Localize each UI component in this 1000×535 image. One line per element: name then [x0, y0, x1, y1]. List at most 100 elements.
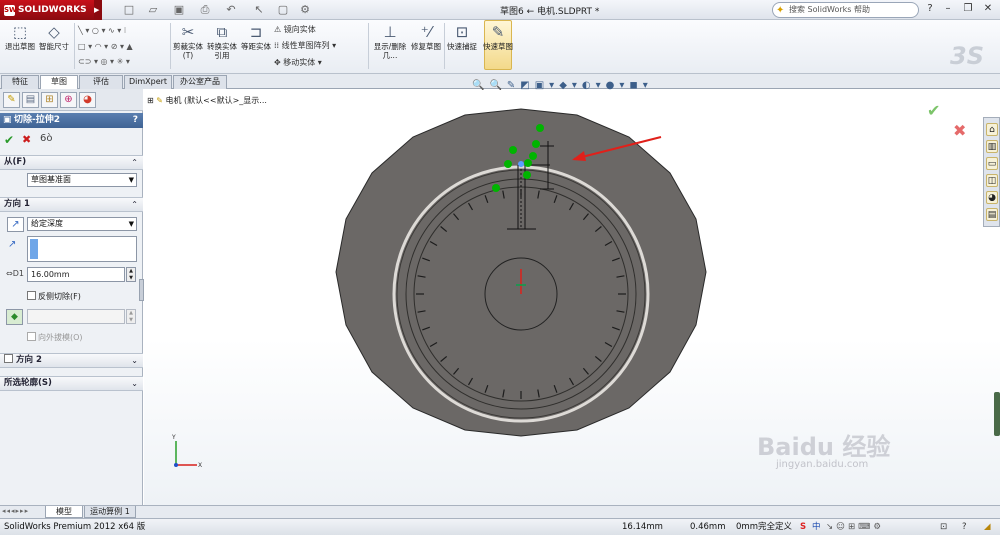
ok-icon[interactable]: ✔ [4, 133, 14, 147]
preview-icon[interactable]: 6ò [40, 133, 52, 144]
confirm-corner-ok-icon[interactable]: ✔ [927, 101, 940, 120]
feature-manager-icon[interactable]: ✎ [3, 92, 20, 108]
line-tool[interactable]: ╲ ▾ ○ ▾ ∿ ▾ ⁝ [78, 25, 126, 36]
quick-snaps-button[interactable]: ⊡ 快速捕捉 [446, 22, 478, 68]
reverse-direction-button[interactable]: ↗ [7, 217, 24, 232]
tab-model[interactable]: 模型 [45, 506, 83, 518]
separator [74, 23, 75, 69]
ime-lang-icon[interactable]: 中 [812, 519, 821, 535]
help-status-icon[interactable]: ? [962, 519, 967, 535]
draft-outward-label: 向外拔模(O) [38, 333, 83, 342]
watermark-logo: Baidu 经验 [757, 433, 891, 461]
repair-icon: ⁺⁄ [420, 23, 432, 41]
property-manager-icon[interactable]: ▤ [22, 92, 39, 108]
from-dropdown[interactable]: 草图基准面 ▼ [27, 173, 137, 187]
direction2-section-header[interactable]: 方向 2 ⌄ [0, 353, 143, 368]
select-icon[interactable]: ↖ [252, 3, 266, 17]
linear-pattern-button[interactable]: ⁞⁞ 线性草图阵列 ▾ [274, 39, 336, 53]
display-delete-relations-button[interactable]: ⊥ 显示/删除几... [372, 22, 408, 68]
exit-sketch-icon: ⬚ [12, 23, 28, 41]
ime-icon[interactable]: S [800, 519, 806, 535]
view-palette-icon[interactable]: ◫ [986, 174, 998, 187]
close-button[interactable]: ✕ [980, 2, 996, 16]
options-icon[interactable]: ⚙ [298, 3, 312, 17]
minimize-button[interactable]: – [940, 2, 956, 16]
end-condition-value: 给定深度 [31, 219, 63, 228]
tab-scroll-buttons[interactable]: ◂◂◂▸▸▸ [2, 507, 29, 515]
convert-entities-button[interactable]: ⧉ 转换实体引用 [206, 22, 238, 68]
new-icon[interactable]: □ [122, 3, 136, 17]
configuration-manager-icon[interactable]: ⊞ [41, 92, 58, 108]
appearances-icon[interactable]: ◕ [986, 191, 998, 204]
rebuild-status-icon[interactable]: ⊡ [940, 519, 947, 535]
depth-input[interactable]: 16.00mm [27, 267, 125, 282]
expand-icon: ⌄ [131, 379, 138, 388]
tab-office-products[interactable]: 办公室产品 [173, 75, 227, 89]
rectangle-tool[interactable]: □ ▾ ◠ ▾ ⊘ ▾ ▲ [78, 41, 133, 52]
offset-entities-button[interactable]: ⊐ 等距实体 [240, 22, 272, 68]
draft-spinner[interactable]: ▲ ▼ [126, 309, 136, 324]
rebuild-icon[interactable]: ▢ [276, 3, 290, 17]
relations-icon: ⊥ [383, 23, 397, 41]
restore-button[interactable]: ❐ [960, 2, 976, 16]
slot-tool[interactable]: ⊂⊃ ▾ ◎ ▾ ✳ ▾ [78, 56, 130, 67]
feature-help-icon[interactable]: ? [133, 113, 138, 128]
contours-section-header[interactable]: 所选轮廓(S) ⌄ [0, 376, 143, 391]
dropdown-arrow-icon: ▼ [128, 220, 134, 228]
help-search-placeholder: 搜索 SolidWorks 帮助 [789, 5, 871, 14]
help-menu-icon[interactable]: ? [922, 2, 938, 16]
smart-dimension-button[interactable]: ◇ 智能尺寸 [38, 22, 70, 68]
tab-sketch[interactable]: 草图 [40, 75, 78, 90]
draft-angle-input[interactable] [27, 309, 125, 324]
graphics-area[interactable]: ⊞ ✎ 电机 (默认<<默认>_显示... 🔍🔍✎◩▣▾◆▾◐▾●▾◼▾ Y X… [144, 80, 1000, 505]
checkbox-box [27, 332, 36, 341]
brand-text: SOLIDWORKS [18, 5, 87, 15]
notification-icon[interactable]: ◢ [984, 519, 991, 535]
trim-entities-button[interactable]: ✂ 剪裁实体(T) [172, 22, 204, 68]
trim-icon: ✂ [181, 23, 195, 41]
display-manager-icon[interactable]: ◕ [79, 92, 96, 108]
manager-tabs: ✎ ▤ ⊞ ⊕ ◕ [0, 89, 143, 111]
direction-selection-box[interactable] [27, 236, 137, 262]
tab-motion-study[interactable]: 运动算例 1 [84, 506, 136, 518]
feature-title-bar: ▣ 切除-拉伸2 ? [0, 113, 143, 128]
direction1-section-header[interactable]: 方向 1 ⌃ [0, 197, 143, 212]
from-section-header[interactable]: 从(F) ⌃ [0, 155, 143, 170]
tab-dimxpert[interactable]: DimXpert [124, 75, 172, 89]
rapid-sketch-button[interactable]: ✎ 快速草图 [482, 22, 514, 68]
undo-icon[interactable]: ↶ [224, 3, 238, 17]
save-icon[interactable]: ▣ [172, 3, 186, 17]
separator [368, 23, 369, 69]
depth-value: 16.00mm [31, 270, 70, 279]
direction2-checkbox[interactable] [4, 354, 13, 363]
depth-spinner[interactable]: ▲ ▼ [126, 267, 136, 282]
print-icon[interactable]: ⎙ [198, 3, 212, 17]
cancel-icon[interactable]: ✖ [22, 133, 31, 146]
exit-sketch-button[interactable]: ⬚ 退出草图 [4, 22, 36, 68]
draft-toggle-icon[interactable]: ◆ [6, 309, 23, 325]
flip-side-checkbox[interactable]: 反侧切除(F) [27, 291, 81, 302]
move-icon: ✥ [274, 58, 284, 67]
dimxpert-manager-icon[interactable]: ⊕ [60, 92, 77, 108]
end-condition-dropdown[interactable]: 给定深度 ▼ [27, 217, 137, 231]
ime-toolbar-icons[interactable]: ↘☺⊞⌨⚙ [826, 519, 884, 535]
file-explorer-icon[interactable]: ▭ [986, 157, 998, 170]
direction-vector-icon: ↗ [8, 239, 17, 250]
menu-arrow-icon[interactable]: ▶ [94, 0, 102, 20]
open-icon[interactable]: ▱ [146, 3, 160, 17]
custom-properties-icon[interactable]: ▤ [986, 208, 998, 221]
mirror-entities-button[interactable]: ⚠ 镜向实体 [274, 23, 316, 37]
design-library-icon[interactable]: ▥ [986, 140, 998, 153]
repair-sketch-button[interactable]: ⁺⁄ 修复草图 [410, 22, 442, 68]
side-handle[interactable] [994, 392, 1000, 436]
expand-icon: ⌄ [131, 356, 138, 365]
help-search-input[interactable]: ✦ 搜索 SolidWorks 帮助 [772, 2, 919, 18]
confirm-corner-cancel-icon[interactable]: ✖ [953, 121, 966, 140]
direction2-label: 方向 2 [16, 355, 42, 365]
tab-evaluate[interactable]: 评估 [79, 75, 123, 89]
draft-outward-checkbox[interactable]: 向外拔模(O) [27, 332, 83, 343]
solidworks-logo[interactable]: SWSOLIDWORKS [0, 0, 96, 20]
move-entities-button[interactable]: ✥ 移动实体 ▾ [274, 56, 322, 70]
resources-icon[interactable]: ⌂ [986, 123, 998, 136]
tab-features[interactable]: 特征 [1, 75, 39, 89]
